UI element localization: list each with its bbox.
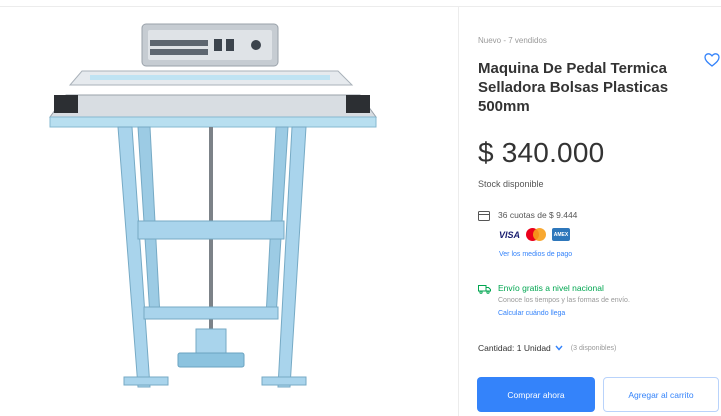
chevron-down-icon [555,345,563,351]
quantity-label: Cantidad: 1 Unidad [478,343,551,353]
payment-logos: VISA AMEX [499,228,571,241]
credit-card-icon [478,211,490,221]
calculate-arrival-link[interactable]: Calcular cuándo llega [498,310,565,317]
add-to-cart-button[interactable]: Agregar al carrito [603,377,719,412]
truck-icon [478,285,491,294]
product-gallery[interactable] [0,7,458,416]
product-info-panel: Nuevo - 7 vendidos Maquina De Pedal Term… [459,7,721,416]
product-image [49,23,377,388]
amex-logo: AMEX [552,228,571,241]
payment-methods-link[interactable]: Ver los medios de pago [499,251,572,258]
condition-sold-count: Nuevo - 7 vendidos [478,36,547,45]
buy-now-button[interactable]: Comprar ahora [477,377,595,412]
quantity-selector[interactable]: Cantidad: 1 Unidad (3 disponibles) [478,343,616,353]
favorite-heart-icon[interactable] [704,52,720,68]
installments-text: 36 cuotas de $ 9.444 [498,210,578,220]
mastercard-logo [526,228,547,241]
product-title: Maquina De Pedal Termica Selladora Bolsa… [478,60,669,115]
free-shipping-text: Envío gratis a nivel nacional [498,283,604,293]
visa-logo: VISA [499,229,521,240]
stock-status: Stock disponible [478,179,544,189]
product-price: $ 340.000 [478,137,605,168]
shipping-description: Conoce los tiempos y las formas de envío… [498,297,630,304]
available-count: (3 disponibles) [570,344,617,352]
